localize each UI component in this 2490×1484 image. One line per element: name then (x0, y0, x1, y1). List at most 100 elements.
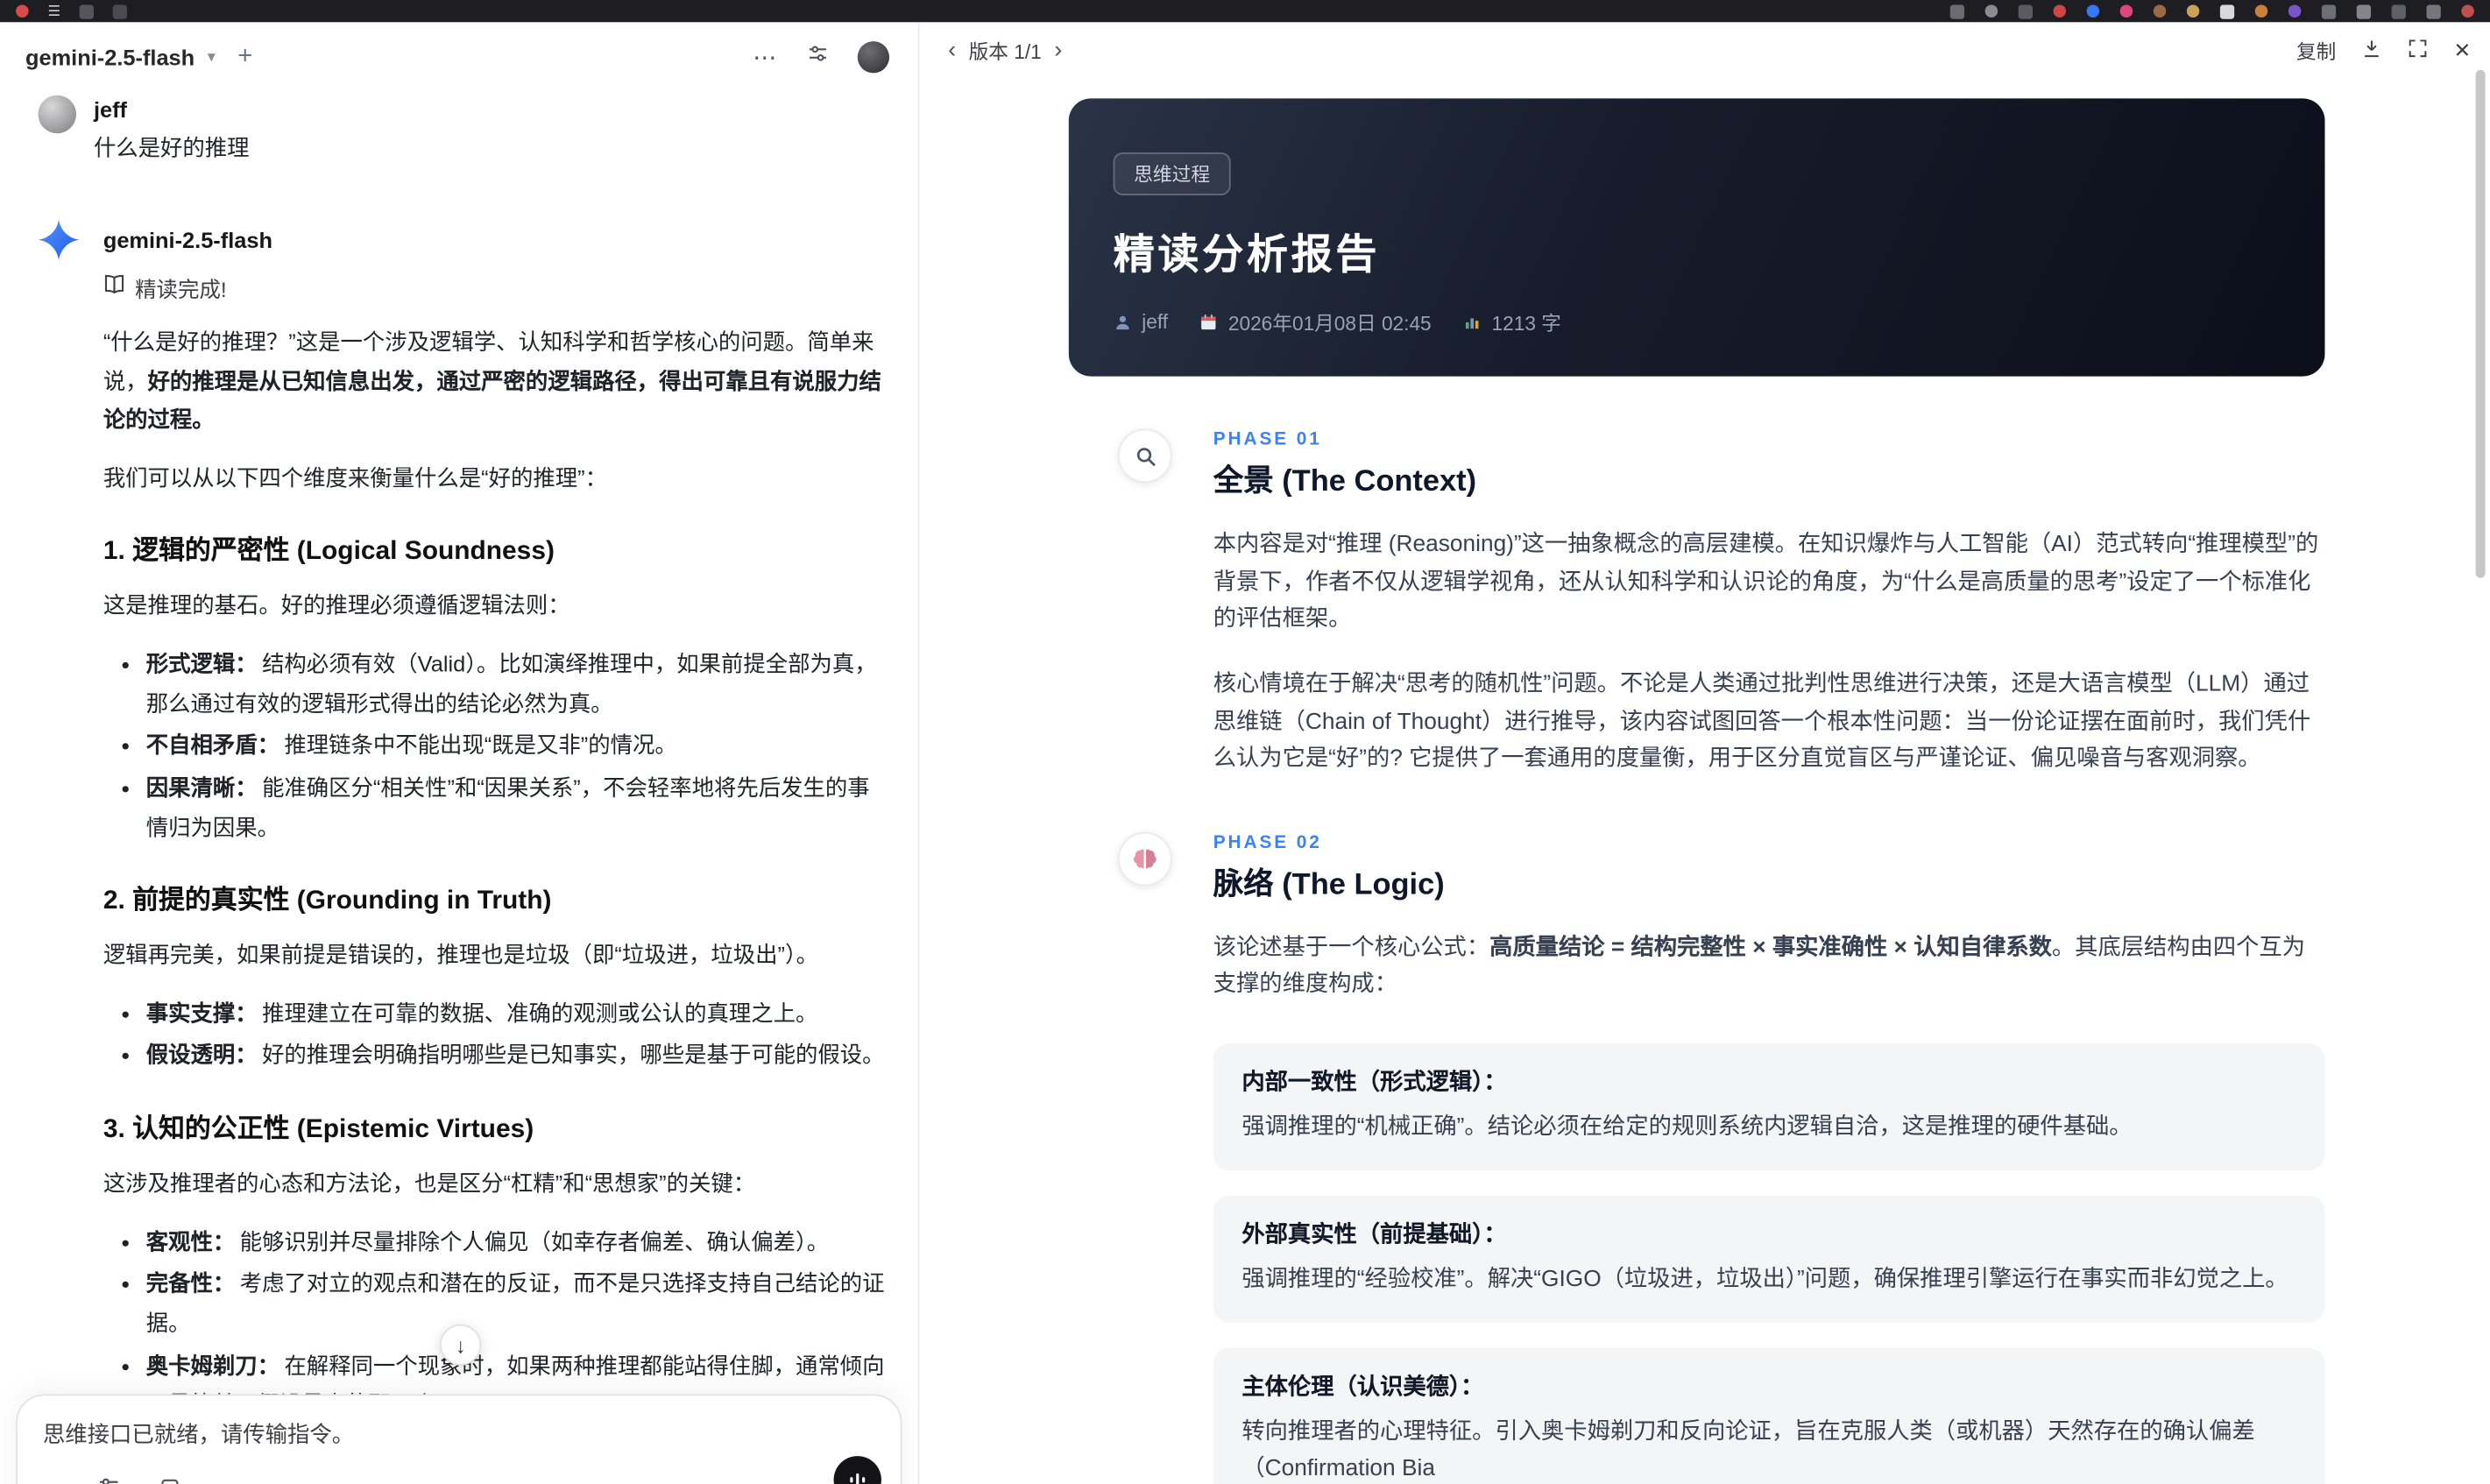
phase-label: PHASE 02 (1213, 833, 1322, 852)
card-title: 外部真实性（前提基础）： (1241, 1222, 1507, 1248)
avatar (38, 95, 76, 134)
tune-sliders-icon[interactable] (96, 1475, 120, 1484)
chevron-down-icon[interactable]: ▾ (208, 48, 216, 66)
waveform-icon (850, 1473, 866, 1484)
menubar-icon[interactable] (2321, 4, 2337, 18)
card-text: 强调推理的“经验校准”。解决“GIGO（垃圾进，垃圾出）”问题，确保推理引擎运行… (1241, 1267, 2288, 1293)
scrollbar-thumb[interactable] (2475, 69, 2486, 578)
phase-section-2: PHASE 02 脉络 (The Logic) 该论述基于一个核心公式：高质量结… (1118, 831, 2325, 1484)
status-line: 精读完成! (103, 272, 887, 303)
list-item: 因果清晰：能准确区分“相关性”和“因果关系”，不会轻率地将先后发生的事情归为因果… (146, 768, 887, 846)
menubar-icon[interactable] (2461, 4, 2474, 18)
logic-card: 内部一致性（形式逻辑）： 强调推理的“机械正确”。结论必须在给定的规则系统内逻辑… (1213, 1042, 2325, 1170)
scroll-to-bottom-button[interactable]: ↓ (440, 1324, 482, 1366)
author-meta: jeff (1114, 310, 1168, 333)
menubar-icon[interactable] (2219, 4, 2235, 18)
book-icon (103, 274, 125, 301)
report-title: 精读分析报告 (1113, 230, 1381, 279)
preview-toolbar: ‹ 版本 1/1 › 复制 ✕ (948, 35, 2471, 65)
phase-title: 全景 (The Context) (1213, 465, 1477, 499)
calendar-icon (1201, 313, 1217, 329)
phase-title: 脉络 (The Logic) (1213, 867, 1445, 902)
menubar-icon[interactable] (112, 4, 128, 18)
sender-name: gemini-2.5-flash (103, 226, 273, 252)
bullet-list: 事实支撑：推理建立在可靠的数据、准确的观测或公认的真理之上。 假设透明：好的推理… (103, 993, 887, 1075)
card-text: 强调推理的“机械正确”。结论必须在给定的规则系统内逻辑自洽，这是推理的硬件基础。 (1241, 1114, 2133, 1141)
brain-icon (1118, 831, 1172, 886)
model-selector[interactable]: gemini-2.5-flash (25, 45, 195, 70)
download-icon[interactable] (2361, 38, 2382, 63)
more-menu-button[interactable]: ⋯ (753, 43, 778, 72)
new-chat-button[interactable]: + (237, 43, 252, 72)
logic-card: 外部真实性（前提基础）： 强调推理的“经验校准”。解决“GIGO（垃圾进，垃圾出… (1213, 1195, 2325, 1323)
chat-panel: gemini-2.5-flash ▾ + ⋯ jeff 什么是好的推理 gemi… (0, 22, 920, 1484)
date-meta: 2026年01月08日 02:45 (1199, 307, 1432, 336)
menubar-icon[interactable] (2086, 4, 2100, 18)
paragraph: 我们可以从以下四个维度来衡量什么是“好的推理”： (103, 464, 607, 491)
paragraph: 该论述基于一个核心公式：高质量结论 = 结构完整性 × 事实准确性 × 认知自律… (1213, 935, 2305, 998)
menubar-icon[interactable] (2153, 4, 2167, 18)
list-item: 不自相矛盾：推理链条中不能出现“既是又非”的情况。 (146, 726, 887, 766)
artifact-preview-panel: ‹ 版本 1/1 › 复制 ✕ 思维过程 精读分析报告 jeff 2026年01… (919, 22, 2490, 1484)
message-text: 什么是好的推理 (93, 135, 250, 161)
section-heading: 2. 前提的真实性 (Grounding in Truth) (103, 886, 552, 915)
card-title: 主体伦理（认识美德）： (1241, 1374, 1484, 1400)
card-text: 转向推理者的心理特征。引入奥卡姆剃刀和反向论证，旨在克服人类（或机器）天然存在的… (1241, 1419, 2255, 1482)
list-item: 客观性：能够识别并尽量排除个人偏见（如幸存者偏差、确认偏差）。 (146, 1222, 887, 1261)
paragraph: “什么是好的推理？”这是一个涉及逻辑学、认知科学和哲学核心的问题。简单来说，好的… (103, 329, 881, 433)
message-list[interactable]: jeff 什么是好的推理 gemini-2.5-flash 精读完成! “什么是… (38, 86, 899, 1484)
prev-version-button[interactable]: ‹ (948, 39, 956, 62)
menubar-icon[interactable] (1984, 4, 1998, 18)
paragraph: 核心情境在于解决“思考的随机性”问题。不论是人类通过批判性思维进行决策，还是大语… (1213, 671, 2311, 773)
next-version-button[interactable]: › (1054, 39, 1062, 62)
list-item: 完备性：考虑了对立的观点和潜在的反证，而不是只选择支持自己结论的证据。 (146, 1264, 887, 1342)
voice-input-button[interactable] (833, 1456, 881, 1484)
user-avatar[interactable] (857, 41, 889, 74)
section-heading: 1. 逻辑的严密性 (Logical Soundness) (103, 537, 555, 567)
attach-plus-icon[interactable]: + (43, 1478, 59, 1484)
paragraph: 逻辑再完美，如果前提是错误的，推理也是垃圾（即“垃圾进，垃圾出”）。 (103, 942, 819, 968)
menubar-icon[interactable] (16, 4, 29, 18)
screen: ☰ gemini-2.5-flash ▾ + ⋯ jeff 什么是好的推理 ge… (0, 0, 2490, 1484)
template-square-icon[interactable] (159, 1476, 180, 1484)
chat-input[interactable] (42, 1421, 709, 1447)
menubar-status-icons (1949, 4, 2474, 18)
gemini-star-icon (38, 219, 80, 261)
logic-card: 主体伦理（认识美德）： 转向推理者的心理特征。引入奥卡姆剃刀和反向论证，旨在克服… (1213, 1347, 2325, 1484)
card-title: 内部一致性（形式逻辑）： (1241, 1070, 1507, 1096)
menubar-icon[interactable] (2053, 4, 2067, 18)
menubar-icon[interactable] (2254, 4, 2268, 18)
markdown-content: “什么是好的推理？”这是一个涉及逻辑学、认知科学和哲学核心的问题。简单来说，好的… (103, 322, 887, 1484)
chat-header: gemini-2.5-flash ▾ + ⋯ (0, 22, 918, 82)
menubar-icon[interactable] (2186, 4, 2200, 18)
list-item: 事实支撑：推理建立在可靠的数据、准确的观测或公认的真理之上。 (146, 993, 887, 1033)
report-meta: jeff 2026年01月08日 02:45 1213 字 (1114, 307, 2281, 336)
list-item: 形式逻辑：结构必须有效（Valid）。比如演绎推理中，如果前提全部为真，那么通过… (146, 645, 887, 723)
message-composer[interactable]: + (16, 1394, 902, 1484)
report-badge: 思维过程 (1113, 152, 1231, 195)
phase-section-1: PHASE 01 全景 (The Context) 本内容是对“推理 (Reas… (1118, 428, 2325, 779)
close-icon[interactable]: ✕ (2453, 38, 2471, 63)
report-hero-card: 思维过程 精读分析报告 jeff 2026年01月08日 02:45 1213 … (1068, 98, 2325, 377)
menubar-icon[interactable] (2391, 4, 2406, 18)
menubar-icon[interactable] (2356, 4, 2372, 18)
magnifier-icon (1118, 428, 1172, 483)
hamburger-icon[interactable]: ☰ (47, 0, 60, 22)
paragraph: 这涉及推理者的心态和方法论，也是区分“杠精”和“思想家”的关键： (103, 1170, 756, 1197)
menubar-icon[interactable] (2288, 4, 2302, 18)
bullet-list: 形式逻辑：结构必须有效（Valid）。比如演绎推理中，如果前提全部为真，那么通过… (103, 645, 887, 846)
person-icon (1116, 314, 1129, 329)
preview-content[interactable]: 思维过程 精读分析报告 jeff 2026年01月08日 02:45 1213 … (919, 76, 2490, 1484)
paragraph: 本内容是对“推理 (Reasoning)”这一抽象概念的高层建模。在知识爆炸与人… (1213, 532, 2319, 632)
menubar-icon[interactable] (2119, 4, 2133, 18)
status-text: 精读完成! (135, 278, 227, 302)
fullscreen-icon[interactable] (2408, 38, 2429, 63)
menubar-icon[interactable] (2426, 4, 2441, 18)
menubar-icon[interactable] (79, 4, 95, 18)
menubar-icon[interactable] (2018, 4, 2033, 18)
bar-chart-icon (1466, 317, 1480, 329)
copy-button[interactable]: 复制 (2296, 35, 2336, 65)
settings-sliders-icon[interactable] (807, 42, 829, 72)
menubar-icon[interactable] (1949, 4, 1965, 18)
assistant-message: gemini-2.5-flash 精读完成! “什么是好的推理？”这是一个涉及逻… (38, 219, 899, 1484)
